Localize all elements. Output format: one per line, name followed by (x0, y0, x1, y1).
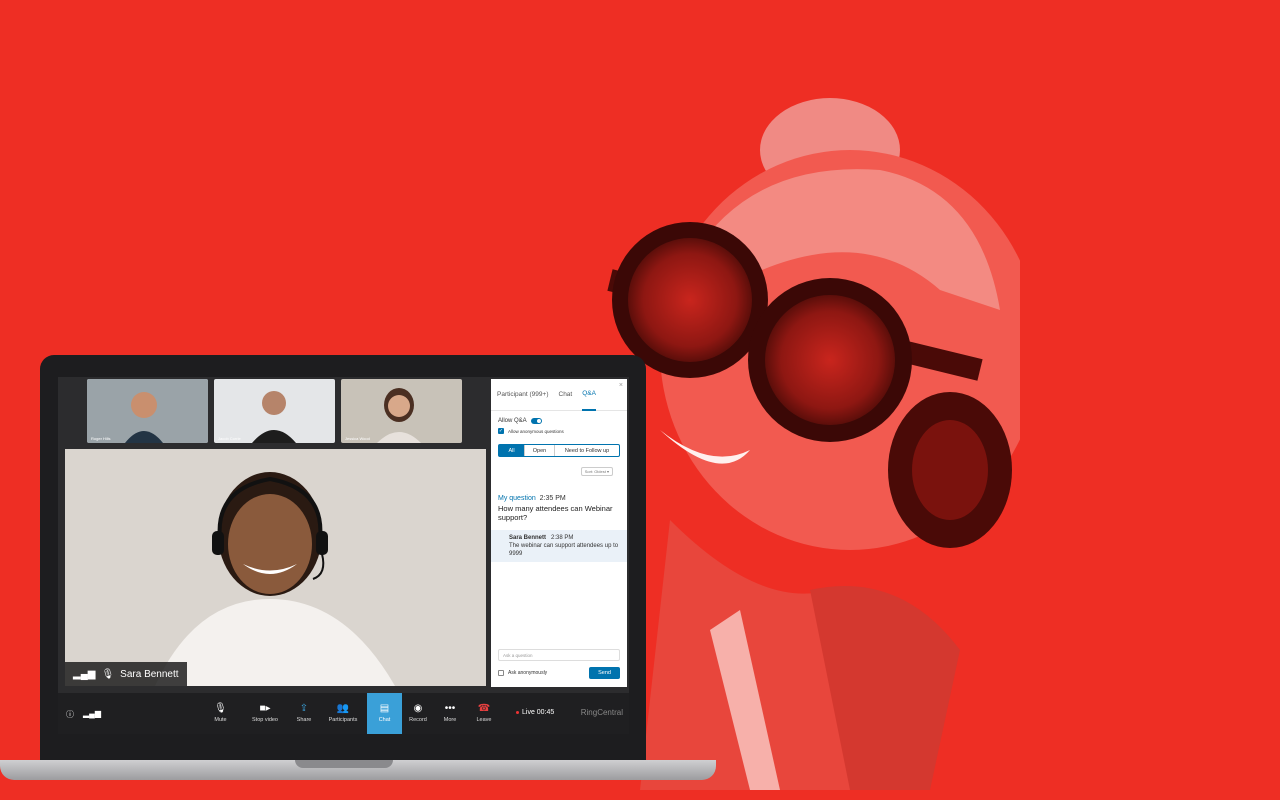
tab-chat[interactable]: Chat (559, 379, 573, 411)
live-dot-icon (516, 711, 519, 714)
brand-logo: RingCentral (580, 708, 623, 717)
mute-button[interactable]: 🎙 Mute (200, 693, 241, 734)
thumbnail-name: Jacob Corrie (218, 436, 241, 441)
record-label: Record (409, 717, 427, 723)
answer-time: 2:38 PM (551, 535, 574, 541)
allow-qa-label: Allow Q&A (498, 418, 527, 424)
sort-dropdown[interactable]: Sort: Oldest ▾ (580, 467, 613, 476)
share-icon: ⇪ (299, 703, 309, 714)
participant-thumbnail[interactable]: Jacob Corrie (214, 379, 335, 443)
leave-button[interactable]: ☎ Leave (466, 693, 502, 734)
speaker-image (65, 449, 486, 686)
allow-anonymous-label: Allow anonymous questions (508, 428, 564, 434)
signal-icon[interactable]: ▂▄▆ (83, 709, 101, 720)
tab-qa[interactable]: Q&A (582, 379, 596, 411)
answer-item: Sara Bennett 2:38 PM The webinar can sup… (491, 530, 627, 562)
live-indicator: Live 00:45 (516, 709, 554, 716)
record-button[interactable]: ◉ Record (402, 693, 434, 734)
hero-portrait (607, 98, 1020, 790)
participant-avatar (341, 379, 462, 443)
participants-button[interactable]: 👥 Participants (319, 693, 367, 734)
filter-open[interactable]: Open (525, 445, 555, 456)
thumbnail-name: Jessica Wood (345, 436, 370, 441)
participant-avatar (214, 379, 335, 443)
send-button[interactable]: Send (589, 667, 620, 679)
stop-video-label: Stop video (252, 717, 278, 723)
share-button[interactable]: ⇪ Share (289, 693, 319, 734)
participant-thumbnail[interactable]: Jessica Wood (341, 379, 462, 443)
tab-participants[interactable]: Participant (999+) (497, 379, 549, 411)
question-time: 2:35 PM (539, 495, 566, 502)
mic-icon: 🎙 (214, 703, 227, 714)
participant-avatar (87, 379, 208, 443)
question-text: How many attendees can Webinar support? (498, 504, 613, 522)
thumbnail-name: Roger Hills (91, 436, 111, 441)
allow-qa-toggle[interactable] (530, 418, 542, 424)
allow-anonymous-row: ✓ Allow anonymous questions (491, 428, 627, 434)
laptop-notch (295, 760, 393, 768)
ask-controls-row: Ask anonymously Send (491, 667, 627, 679)
ask-question-input[interactable]: Ask a question (498, 649, 620, 661)
toolbar-buttons: 🎙 Mute ■▸ Stop video ⇪ Share 👥 Participa… (200, 693, 502, 734)
more-icon: ••• (444, 703, 456, 714)
qa-filter-segments: All Open Need to Follow up (498, 444, 620, 457)
ask-anonymously-checkbox[interactable] (498, 670, 504, 676)
answer-text: The webinar can support attendees up to … (509, 543, 619, 557)
more-label: More (443, 717, 457, 723)
chat-label: Chat (378, 717, 391, 723)
question-prefix: My question (498, 495, 536, 502)
filter-follow-up[interactable]: Need to Follow up (555, 445, 619, 456)
close-icon[interactable]: × (619, 382, 623, 389)
meeting-toolbar: ⓘ ▂▄▆ 🎙 Mute ■▸ Stop video ⇪ Share 👥 Par… (58, 693, 629, 734)
mute-label: Mute (214, 717, 227, 723)
more-button[interactable]: ••• More (434, 693, 466, 734)
panel-tabs: Participant (999+) Chat Q&A × (491, 379, 627, 411)
video-icon: ■▸ (259, 703, 271, 714)
answer-author: Sara Bennett (509, 535, 547, 541)
participants-icon: 👥 (336, 703, 350, 714)
mic-icon: 🎙 (101, 668, 115, 680)
record-icon: ◉ (413, 703, 423, 714)
ask-anonymously-label: Ask anonymously (508, 670, 548, 676)
leave-icon: ☎ (477, 703, 491, 714)
participant-thumbnail[interactable]: Roger Hills (87, 379, 208, 443)
chat-button[interactable]: ▤ Chat (367, 693, 402, 734)
question-item: My question 2:35 PM How many attendees c… (491, 495, 627, 562)
filter-all[interactable]: All (499, 445, 525, 456)
live-timer: Live 00:45 (522, 709, 555, 716)
qa-panel: Participant (999+) Chat Q&A × Allow Q&A … (491, 379, 627, 687)
question-header: My question 2:35 PM (491, 495, 627, 502)
allow-qa-row: Allow Q&A (491, 418, 627, 424)
chat-icon: ▤ (379, 703, 390, 714)
participants-label: Participants (328, 717, 358, 723)
main-speaker-video: ▂▄▆ 🎙 Sara Bennett (65, 449, 486, 686)
signal-icon: ▂▄▆ (73, 668, 96, 680)
toolbar-left: ⓘ ▂▄▆ (66, 709, 101, 720)
stop-video-button[interactable]: ■▸ Stop video (241, 693, 289, 734)
video-meeting-app: Roger Hills Jacob Corrie Jessica Wood ▂▄… (58, 377, 629, 734)
participant-thumbnails: Roger Hills Jacob Corrie Jessica Wood (87, 379, 462, 445)
speaker-name: Sara Bennett (120, 668, 179, 680)
info-icon[interactable]: ⓘ (66, 709, 74, 720)
share-label: Share (296, 717, 312, 723)
leave-label: Leave (476, 717, 492, 723)
allow-anonymous-checkbox[interactable]: ✓ (498, 428, 504, 434)
speaker-name-tag: ▂▄▆ 🎙 Sara Bennett (65, 662, 187, 686)
